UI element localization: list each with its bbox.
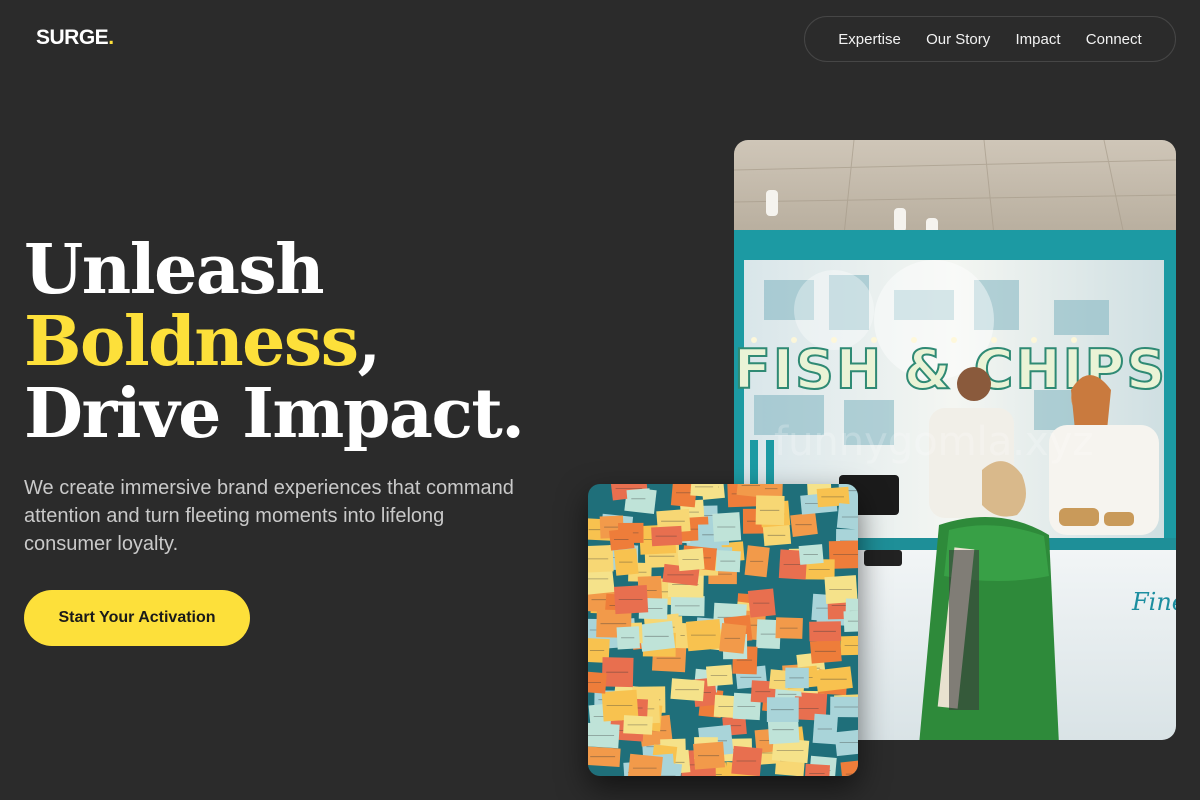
sticky-notes-illustration [588, 484, 858, 776]
hero-subtext: We create immersive brand experiences th… [24, 477, 514, 555]
hero-headline: Unleash Boldness, Drive Impact. [24, 234, 584, 450]
sticky-note [840, 760, 858, 776]
nav-link-expertise[interactable]: Expertise [838, 31, 901, 48]
logo-dot: . [108, 26, 114, 49]
sticky-note [690, 484, 719, 498]
headline-line-3: Drive Impact. [24, 374, 525, 454]
nav-link-impact[interactable]: Impact [1016, 31, 1061, 48]
nav-link-our-story[interactable]: Our Story [926, 31, 990, 48]
headline-accent: Boldness [24, 302, 359, 382]
logo-text: SURGE [36, 26, 109, 49]
logo[interactable]: SURGE. [36, 26, 114, 50]
main-nav: Expertise Our Story Impact Connect [804, 16, 1176, 62]
landing-page: SURGE. Expertise Our Story Impact Connec… [0, 0, 1200, 800]
start-activation-button[interactable]: Start Your Activation [24, 590, 250, 646]
watermark-text: funnygomla.xyz [774, 419, 1093, 465]
nav-link-connect[interactable]: Connect [1086, 31, 1142, 48]
counter-script-text: Fine [1131, 588, 1176, 616]
sticky-note [627, 753, 663, 776]
headline-line-1: Unleash [24, 230, 325, 310]
sticky-note [804, 763, 831, 776]
sticky-notes-photo [588, 484, 858, 776]
headline-comma: , [357, 302, 381, 382]
